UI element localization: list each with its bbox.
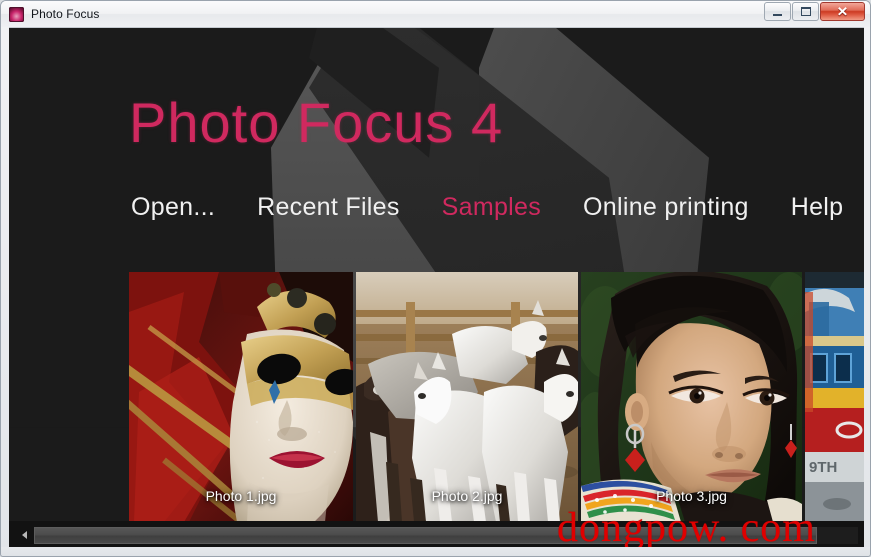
thumbnail-photo-1[interactable]: Photo 1.jpg: [129, 272, 353, 521]
application-window: Photo Focus ✕ Photo Focus 4 Open... Rece…: [0, 0, 871, 557]
window-controls: ✕: [764, 2, 865, 21]
maximize-button[interactable]: [792, 2, 819, 21]
close-icon: ✕: [836, 4, 849, 19]
scrollbar-track[interactable]: [34, 526, 858, 544]
running-horses-image: [356, 272, 578, 521]
menu-item-help[interactable]: Help: [791, 193, 844, 222]
menu-item-open[interactable]: Open...: [131, 193, 215, 222]
svg-text:9TH: 9TH: [809, 459, 837, 476]
menu-item-online-printing[interactable]: Online printing: [583, 193, 749, 222]
scrollbar-thumb[interactable]: [34, 526, 817, 544]
girl-portrait-image: [581, 272, 802, 521]
minimize-button[interactable]: [764, 2, 791, 21]
thumbnail-photo-2[interactable]: Photo 2.jpg: [356, 272, 578, 521]
samples-thumbnail-strip[interactable]: Photo 1.jpg Photo 2.jpg Photo 3.jpg 9TH: [129, 272, 864, 521]
venetian-mask-image: [129, 272, 353, 521]
menu-item-recent-files[interactable]: Recent Files: [257, 193, 400, 222]
page-title: Photo Focus 4: [129, 91, 504, 154]
maximize-icon: [800, 7, 811, 16]
app-logo-icon: [9, 6, 24, 22]
close-button[interactable]: ✕: [820, 2, 865, 21]
title-bar[interactable]: Photo Focus ✕: [1, 1, 870, 27]
start-screen-canvas: Photo Focus 4 Open... Recent Files Sampl…: [9, 27, 864, 521]
menu-item-samples[interactable]: Samples: [442, 193, 541, 222]
thumbnail-photo-3[interactable]: Photo 3.jpg: [581, 272, 802, 521]
main-menu: Open... Recent Files Samples Online prin…: [131, 193, 843, 222]
minimize-icon: [773, 14, 782, 16]
fishing-boat-image: 9TH: [805, 272, 864, 521]
thumbnail-photo-4[interactable]: 9TH: [805, 272, 864, 521]
scroll-left-button[interactable]: [17, 527, 32, 544]
horizontal-scrollbar[interactable]: [9, 521, 864, 549]
chevron-left-icon: [22, 531, 27, 539]
window-title: Photo Focus: [31, 7, 100, 21]
window-bottom-edge: [1, 547, 870, 556]
